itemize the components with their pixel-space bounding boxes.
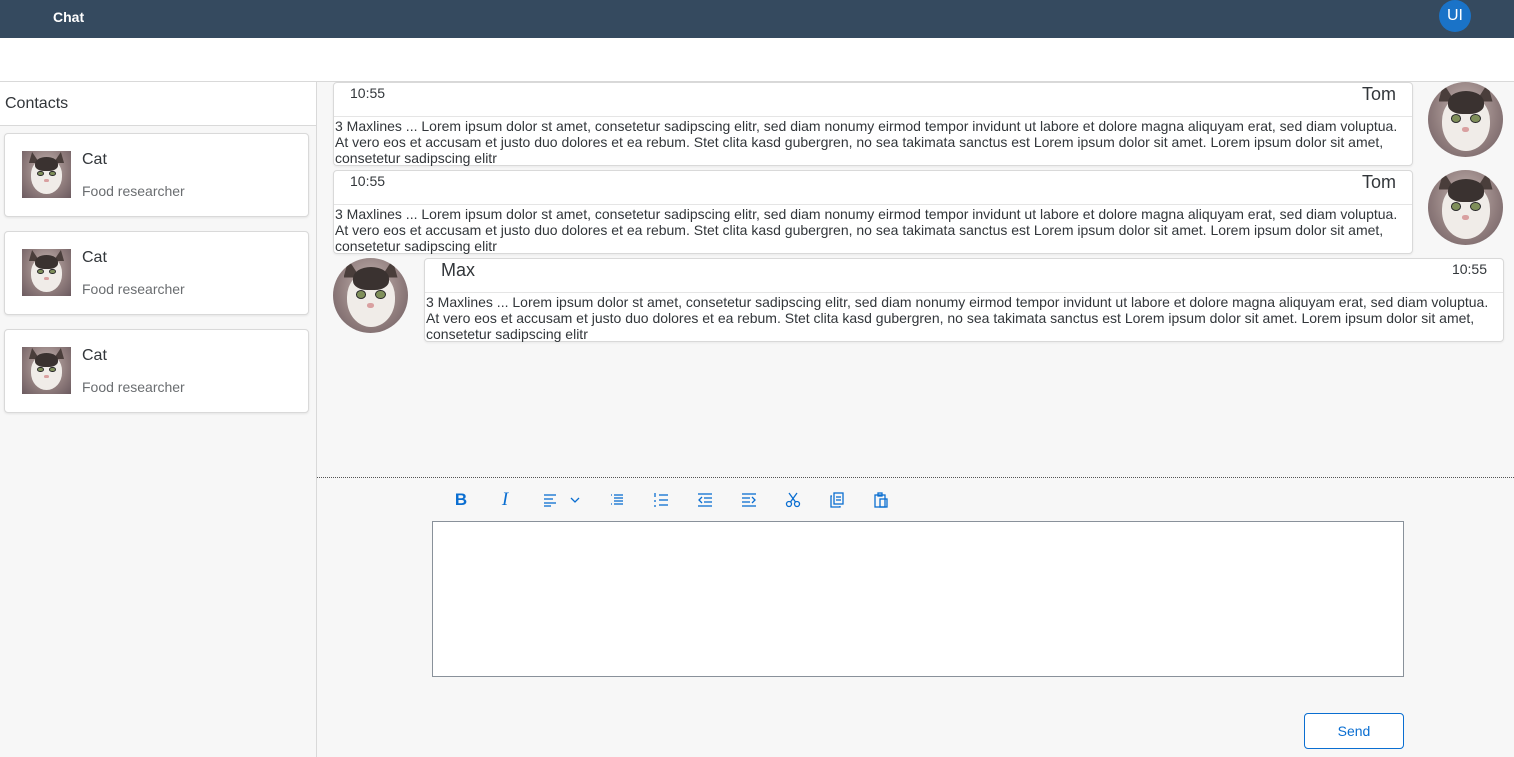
contact-role: Food researcher xyxy=(82,379,185,395)
italic-icon[interactable]: I xyxy=(491,487,519,513)
contact-card[interactable]: Cat Food researcher xyxy=(4,329,309,413)
message-time: 10:55 xyxy=(1451,261,1487,277)
contacts-panel: Contacts Cat Food researcher Cat Food re… xyxy=(0,82,317,757)
message-time: 10:55 xyxy=(350,85,386,101)
contact-name: Cat xyxy=(82,249,107,266)
send-button[interactable]: Send xyxy=(1304,713,1404,749)
app-title: Chat xyxy=(53,9,85,25)
contacts-title: Contacts xyxy=(0,82,316,126)
message-input[interactable] xyxy=(433,522,1403,676)
user-avatar[interactable]: UI xyxy=(1439,0,1471,32)
outdent-icon[interactable] xyxy=(691,487,719,513)
contact-avatar xyxy=(22,347,71,394)
message-text: 3 Maxlines ... Lorem ipsum dolor st amet… xyxy=(335,206,1398,254)
message-editor[interactable] xyxy=(432,521,1404,677)
message-bubble: Max 10:55 3 Maxlines ... Lorem ipsum dol… xyxy=(424,258,1504,342)
contact-card[interactable]: Cat Food researcher xyxy=(4,231,309,315)
composer-divider xyxy=(317,477,1514,478)
indent-icon[interactable] xyxy=(735,487,763,513)
contact-role: Food researcher xyxy=(82,183,185,199)
message-text: 3 Maxlines ... Lorem ipsum dolor st amet… xyxy=(335,118,1398,166)
message-bubble: 10:55 Tom 3 Maxlines ... Lorem ipsum dol… xyxy=(333,82,1413,166)
paste-icon[interactable] xyxy=(867,487,895,513)
message-header: 10:55 Tom xyxy=(334,171,1412,205)
author-avatar xyxy=(1428,82,1503,157)
message-time: 10:55 xyxy=(350,173,386,189)
author-avatar xyxy=(1428,170,1503,245)
message-header: Max 10:55 xyxy=(425,259,1503,293)
contact-name: Cat xyxy=(82,151,107,168)
message-bubble: 10:55 Tom 3 Maxlines ... Lorem ipsum dol… xyxy=(333,170,1413,254)
ordered-list-icon[interactable] xyxy=(647,487,675,513)
unordered-list-icon[interactable] xyxy=(603,487,631,513)
contact-avatar xyxy=(22,151,71,198)
text-align-icon[interactable] xyxy=(538,487,582,513)
copy-icon[interactable] xyxy=(823,487,851,513)
message-author: Tom xyxy=(1361,84,1396,104)
message-author: Tom xyxy=(1361,172,1396,192)
cut-icon[interactable] xyxy=(779,487,807,513)
shell-bar: Chat UI xyxy=(0,0,1514,38)
message-author: Max xyxy=(441,260,476,280)
message-header: 10:55 Tom xyxy=(334,83,1412,117)
bold-icon[interactable]: B xyxy=(447,487,475,513)
message-text: 3 Maxlines ... Lorem ipsum dolor st amet… xyxy=(426,294,1489,342)
contact-name: Cat xyxy=(82,347,107,364)
contact-card[interactable]: Cat Food researcher xyxy=(4,133,309,217)
contact-role: Food researcher xyxy=(82,281,185,297)
author-avatar xyxy=(333,258,408,333)
sub-header xyxy=(0,38,1514,82)
contact-avatar xyxy=(22,249,71,296)
